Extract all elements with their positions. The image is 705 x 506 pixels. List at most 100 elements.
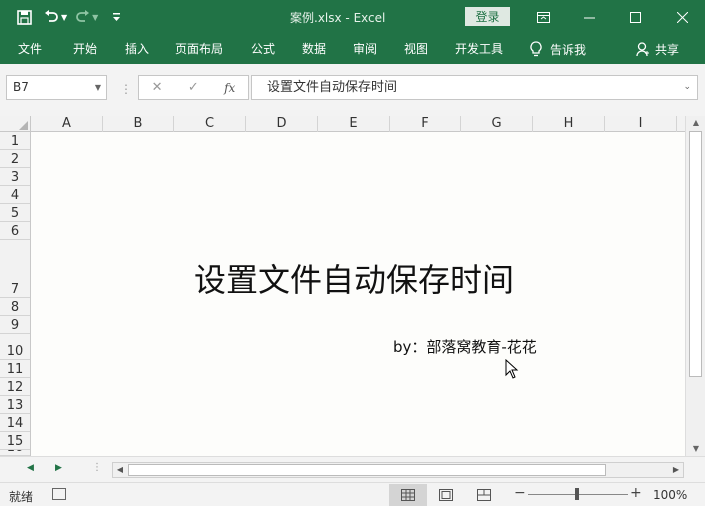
minimize-icon [583, 17, 595, 18]
formula-bar-area: B7 ▼ ⋮ ✕ ✓ fx 设置文件自动保存时间 ⌄ [0, 64, 705, 116]
cell-b7-heading[interactable]: 设置文件自动保存时间 [194, 255, 514, 301]
zoom-level[interactable]: 100% [653, 488, 687, 502]
column-header-i[interactable]: I [605, 116, 677, 132]
vertical-scroll-thumb[interactable] [689, 131, 702, 377]
redo-icon [76, 10, 90, 22]
column-header-e[interactable]: E [318, 116, 390, 132]
row-header-8[interactable]: 8 [0, 298, 30, 316]
scroll-up-icon[interactable]: ▲ [686, 116, 705, 130]
redo-dropdown-icon[interactable]: ▼ [92, 13, 98, 22]
row-header-13[interactable]: 13 [0, 396, 30, 414]
customize-qat-button[interactable] [106, 6, 126, 28]
tab-developer[interactable]: 开发工具 [455, 34, 503, 64]
ribbon-tabs: 文件 开始 插入 页面布局 公式 数据 审阅 视图 开发工具 告诉我 共享 [0, 34, 705, 64]
expand-formula-bar-icon[interactable]: ⌄ [683, 76, 691, 99]
tab-home[interactable]: 开始 [73, 34, 97, 64]
macro-recording-icon[interactable] [52, 488, 66, 500]
tab-splitter-icon[interactable]: ⋮ [92, 462, 102, 473]
document-title: 案例.xlsx - Excel [290, 11, 386, 25]
row-header-4[interactable]: 4 [0, 186, 30, 204]
zoom-in-button[interactable]: + [630, 485, 642, 501]
row-header-12[interactable]: 12 [0, 378, 30, 396]
row-header-11[interactable]: 11 [0, 360, 30, 378]
column-headers: A B C D E F G H I [0, 116, 685, 132]
row-header-3[interactable]: 3 [0, 168, 30, 186]
customize-toolbar-icon [112, 13, 120, 21]
ribbon-display-options-button[interactable] [520, 0, 566, 34]
select-all-button[interactable] [0, 116, 31, 132]
tell-me-box[interactable]: 告诉我 [530, 34, 586, 64]
horizontal-scrollbar[interactable]: ◀ ▶ [112, 462, 684, 478]
scroll-left-icon[interactable]: ◀ [113, 463, 127, 477]
lightbulb-icon [530, 41, 542, 57]
tell-me-label: 告诉我 [550, 42, 587, 57]
row-header-6[interactable]: 6 [0, 222, 30, 240]
column-header-f[interactable]: F [390, 116, 461, 132]
row-header-1[interactable]: 1 [0, 132, 30, 150]
redo-button[interactable]: ▼ [75, 6, 98, 28]
row-header-9[interactable]: 9 [0, 316, 30, 334]
formula-input[interactable]: 设置文件自动保存时间 ⌄ [251, 75, 698, 100]
status-ready: 就绪 [9, 490, 34, 504]
column-header-h[interactable]: H [533, 116, 605, 132]
undo-dropdown-icon[interactable]: ▼ [61, 13, 67, 22]
tab-review[interactable]: 审阅 [353, 34, 377, 64]
row-header-2[interactable]: 2 [0, 150, 30, 168]
row-header-7[interactable]: 7 [0, 240, 30, 298]
cells-area[interactable]: 设置文件自动保存时间 by：部落窝教育-花花 [31, 132, 685, 456]
cell-author-text[interactable]: by：部落窝教育-花花 [393, 336, 537, 357]
row-header-14[interactable]: 14 [0, 414, 30, 432]
column-header-g[interactable]: G [461, 116, 533, 132]
close-icon [676, 11, 688, 23]
normal-view-button[interactable] [389, 484, 427, 506]
cancel-entry-icon[interactable]: ✕ [152, 80, 163, 95]
mouse-pointer-icon [505, 359, 519, 379]
minimize-button[interactable] [566, 0, 612, 34]
maximize-button[interactable] [612, 0, 658, 34]
row-header-15[interactable]: 15 [0, 432, 30, 450]
maximize-icon [629, 11, 641, 23]
close-button[interactable] [659, 0, 705, 34]
share-button[interactable]: 共享 [636, 34, 679, 64]
confirm-entry-icon[interactable]: ✓ [188, 80, 199, 95]
column-header-d[interactable]: D [246, 116, 318, 132]
scroll-down-icon[interactable]: ▼ [686, 442, 705, 456]
undo-button[interactable]: ▼ [44, 6, 67, 28]
vertical-scrollbar[interactable]: ▲ ▼ [685, 116, 705, 456]
login-button[interactable]: 登录 [465, 7, 510, 26]
zoom-slider-thumb[interactable] [575, 488, 579, 500]
scroll-right-icon[interactable]: ▶ [669, 463, 683, 477]
tab-file[interactable]: 文件 [18, 34, 42, 64]
formula-buttons: ✕ ✓ fx [138, 75, 249, 100]
page-layout-view-button[interactable] [427, 484, 465, 506]
next-sheet-icon[interactable]: ▶ [55, 463, 62, 473]
sheet-tab-bar: ◀ ▶ ⋮ ◀ ▶ [0, 456, 705, 482]
quick-access-toolbar: ▼ ▼ [14, 6, 126, 28]
tab-insert[interactable]: 插入 [125, 34, 149, 64]
tab-formulas[interactable]: 公式 [251, 34, 275, 64]
column-header-b[interactable]: B [103, 116, 174, 132]
name-box-value: B7 [13, 80, 29, 94]
view-buttons [389, 484, 503, 506]
select-all-icon [19, 121, 28, 130]
name-box[interactable]: B7 ▼ [6, 75, 107, 100]
row-headers: 1 2 3 4 5 6 7 8 9 10 11 12 13 14 15 16 [0, 132, 31, 456]
prev-sheet-icon[interactable]: ◀ [27, 463, 34, 473]
horizontal-scroll-thumb[interactable] [128, 464, 606, 476]
save-button[interactable] [14, 6, 34, 28]
tab-data[interactable]: 数据 [302, 34, 326, 64]
row-header-10[interactable]: 10 [0, 334, 30, 360]
insert-function-icon[interactable]: fx [224, 81, 235, 95]
column-header-c[interactable]: C [174, 116, 246, 132]
worksheet-grid: A B C D E F G H I 1 2 3 4 5 6 7 8 9 10 1… [0, 116, 705, 456]
name-box-dropdown-icon[interactable]: ▼ [95, 76, 101, 99]
column-header-a[interactable]: A [31, 116, 103, 132]
tab-page-layout[interactable]: 页面布局 [175, 34, 223, 64]
formula-bar-splitter[interactable]: ⋮ [120, 82, 132, 96]
zoom-out-button[interactable]: − [514, 485, 526, 501]
person-icon [636, 41, 649, 56]
page-break-view-button[interactable] [465, 484, 503, 506]
grid-view-icon [401, 489, 415, 501]
row-header-5[interactable]: 5 [0, 204, 30, 222]
tab-view[interactable]: 视图 [404, 34, 428, 64]
